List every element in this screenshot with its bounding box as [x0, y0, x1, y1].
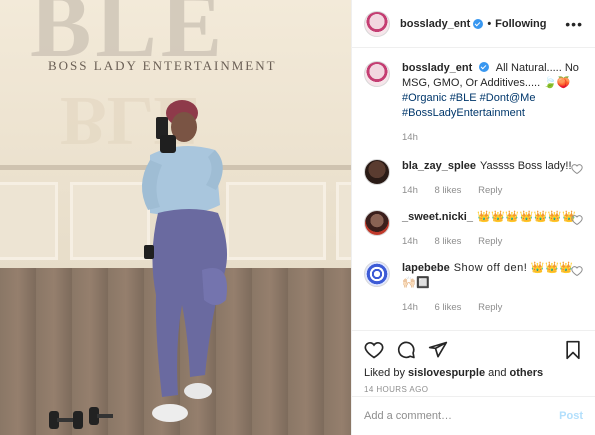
comment-username[interactable]: lapebebe: [402, 262, 450, 274]
reply-button[interactable]: Reply: [478, 302, 502, 313]
post-button[interactable]: Post: [559, 410, 583, 422]
avatar[interactable]: [364, 159, 390, 185]
comment-icon[interactable]: [396, 340, 416, 360]
comment-text: 👑👑👑👑👑👑👑: [476, 211, 577, 223]
avatar[interactable]: [364, 261, 390, 287]
comment-text: Yassss Boss lady!!: [480, 160, 572, 172]
verified-icon: [473, 18, 484, 29]
avatar[interactable]: [364, 210, 390, 236]
liked-by-others[interactable]: others: [510, 367, 544, 379]
avatar[interactable]: [364, 61, 390, 87]
comment-item: bla_zay_splee Yassss Boss lady!! 14h 8 li…: [364, 159, 583, 198]
comment-time[interactable]: 14h: [402, 302, 418, 313]
wall-panel: [0, 182, 58, 260]
liked-by-suffix: and: [485, 367, 510, 379]
post-photo[interactable]: BLE BOSS LADY ENTERTAINMENT BLE: [0, 0, 351, 435]
caption: bosslady_ent All Natural..... No MSG, GM…: [364, 61, 583, 145]
add-comment-bar: Post: [352, 396, 595, 435]
more-icon[interactable]: •••: [565, 16, 583, 32]
comment-input[interactable]: [364, 410, 560, 422]
heart-icon[interactable]: [571, 214, 583, 226]
liked-by-user[interactable]: sislovespurple: [408, 367, 485, 379]
share-icon[interactable]: [428, 340, 448, 360]
heart-icon[interactable]: [571, 265, 583, 277]
following-button[interactable]: Following: [495, 18, 546, 30]
action-icons: [364, 337, 583, 363]
reply-button[interactable]: Reply: [478, 236, 502, 247]
post-header: bosslady_ent • Following •••: [352, 0, 595, 48]
post-details-panel: bosslady_ent • Following ••• bosslady_en…: [351, 0, 595, 435]
person-figure: [141, 100, 228, 422]
caption-username[interactable]: bosslady_ent: [402, 62, 472, 74]
verified-icon: [479, 62, 490, 72]
separator-dot: •: [487, 17, 492, 30]
post-actions: Liked by sislovespurple and others 14 HO…: [352, 330, 595, 395]
comments-list[interactable]: bosslady_ent All Natural..... No MSG, GM…: [352, 49, 595, 330]
wall-sign-text: BOSS LADY ENTERTAINMENT: [48, 58, 277, 73]
comment-username[interactable]: _sweet.nicki_: [402, 211, 473, 223]
comment-item: _sweet.nicki_ 👑👑👑👑👑👑👑 14h 8 likes Reply: [364, 210, 583, 249]
caption-hashtags[interactable]: #Organic #BLE #Dont@Me #BossLadyEntertai…: [402, 91, 582, 121]
liked-by: Liked by sislovespurple and others: [364, 367, 583, 379]
comment-likes[interactable]: 8 likes: [435, 185, 462, 196]
caption-time[interactable]: 14h: [402, 132, 418, 143]
comment-item: lapebebe Show off den! 👑👑👑🙌🏻🔲 14h 6 likes…: [364, 261, 583, 315]
wall-panel: [336, 182, 351, 260]
liked-by-prefix: Liked by: [364, 367, 409, 379]
comment-time[interactable]: 14h: [402, 185, 418, 196]
post-timestamp[interactable]: 14 HOURS AGO: [364, 385, 583, 394]
avatar[interactable]: [364, 10, 390, 37]
comment-likes[interactable]: 8 likes: [435, 236, 462, 247]
save-icon[interactable]: [563, 340, 583, 360]
header-username[interactable]: bosslady_ent: [400, 18, 470, 30]
heart-icon[interactable]: [364, 340, 384, 360]
heart-icon[interactable]: [571, 163, 583, 175]
comment-likes[interactable]: 6 likes: [435, 302, 462, 313]
reply-button[interactable]: Reply: [478, 185, 502, 196]
dumbbells: [49, 407, 113, 429]
comment-username[interactable]: bla_zay_splee: [402, 160, 476, 172]
comment-time[interactable]: 14h: [402, 236, 418, 247]
